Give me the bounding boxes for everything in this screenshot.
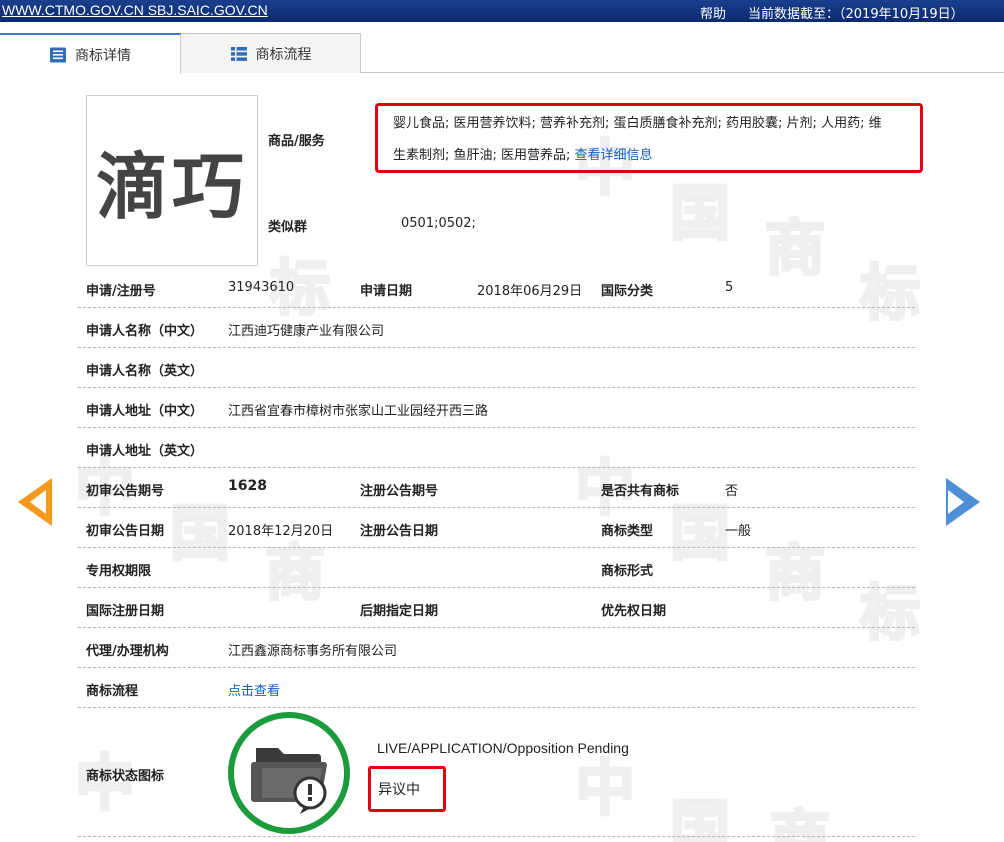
address-cn-label: 申请人地址（中文） [86,404,204,419]
row-flow [78,668,915,708]
tab-bar: 商标详情 商标流程 [0,33,1004,74]
address-cn-value: 江西省宜春市樟树市张家山工业园经开西三路 [228,404,489,419]
data-date-text: 当前数据截至：（2019年10月19日） [748,7,964,22]
document-icon [50,47,66,62]
row-prelim-date [78,508,915,548]
row-address-cn [78,388,915,428]
apply-date-value: 2018年06月29日 [477,284,583,299]
tab-trademark-flow[interactable]: 商标流程 [181,33,361,73]
row-prelim-no [78,468,915,508]
status-chinese-text: 异议中 [378,782,420,798]
prev-arrow-inner [30,490,46,514]
intl-class-label: 国际分类 [601,284,654,299]
list-icon [230,46,247,61]
status-icon-label: 商标状态图标 [86,769,165,784]
flow-view-link[interactable]: 点击查看 [228,680,280,699]
goods-line-2-text: 生素制剂; 鱼肝油; 医用营养品; [393,148,571,163]
site-link[interactable]: WWW.CTMO.GOV.CN SBJ.SAIC.GOV.CN [2,2,268,18]
row-status-icon [78,797,915,837]
priority-date-label: 优先权日期 [601,604,667,619]
tm-type-value: 一般 [725,524,752,539]
goods-label: 商品/服务 [268,134,325,149]
similar-group-value: 0501;0502; [401,216,476,231]
row-agent [78,628,915,668]
address-en-label: 申请人地址（英文） [86,444,204,459]
applicant-cn-value: 江西迪巧健康产业有限公司 [228,324,385,339]
goods-highlight-box: 婴儿食品; 医用营养饮料; 营养补充剂; 蛋白质膳食补充剂; 药用胶囊; 片剂;… [375,103,923,173]
intl-reg-date-label: 国际注册日期 [86,604,165,619]
exclusive-label: 专用权期限 [86,564,152,579]
watermark-char: 国 [669,178,732,251]
reg-pub-no-label: 注册公告期号 [360,484,439,499]
apply-date-label: 申请日期 [360,284,413,299]
top-bar: WWW.CTMO.GOV.CN SBJ.SAIC.GOV.CN 帮助 当前数据截… [0,0,1004,22]
goods-line-1: 婴儿食品; 医用营养饮料; 营养补充剂; 蛋白质膳食补充剂; 药用胶囊; 片剂;… [393,116,882,131]
prelim-date-value: 2018年12月20日 [228,524,334,539]
flow-label: 商标流程 [86,684,139,699]
prelim-no-value: 1628 [228,478,267,494]
prelim-date-label: 初审公告日期 [86,524,165,539]
status-badge [228,712,350,834]
reg-pub-date-label: 注册公告日期 [360,524,439,539]
reg-no-label: 申请/注册号 [86,284,156,299]
view-details-link[interactable]: 查看详细信息 [575,148,653,163]
tab-trademark-details[interactable]: 商标详情 [0,33,181,74]
row-intl-reg-date [78,588,915,628]
prelim-no-label: 初审公告期号 [86,484,165,499]
folder-alert-icon [251,748,327,814]
applicant-en-label: 申请人名称（英文） [86,364,204,379]
agent-value: 江西鑫源商标事务所有限公司 [228,644,398,659]
similar-group-label: 类似群 [268,220,308,235]
trademark-image: 滴巧 [86,95,258,266]
applicant-cn-label: 申请人名称（中文） [86,324,204,339]
tm-type-label: 商标类型 [601,524,654,539]
row-address-en [78,428,915,468]
tm-form-label: 商标形式 [601,564,654,579]
shared-label: 是否共有商标 [601,484,680,499]
later-date-label: 后期指定日期 [360,604,439,619]
reg-no-value: 31943610 [228,280,295,295]
row-applicant-cn [78,308,915,348]
status-english-text: LIVE/APPLICATION/Opposition Pending [377,740,629,756]
intl-class-value: 5 [725,280,734,295]
help-link[interactable]: 帮助 [700,3,726,22]
shared-value: 否 [725,484,739,499]
tab-label: 商标流程 [255,46,312,63]
tab-label: 商标详情 [75,47,131,64]
goods-line-2: 生素制剂; 鱼肝油; 医用营养品; 查看详细信息 [393,142,905,170]
status-chinese-box: 异议中 [368,766,446,812]
agent-label: 代理/办理机构 [86,644,169,659]
row-applicant-en [78,348,915,388]
row-exclusive [78,548,915,588]
trademark-logo-text: 滴巧 [95,145,248,229]
next-arrow-inner [948,490,964,514]
